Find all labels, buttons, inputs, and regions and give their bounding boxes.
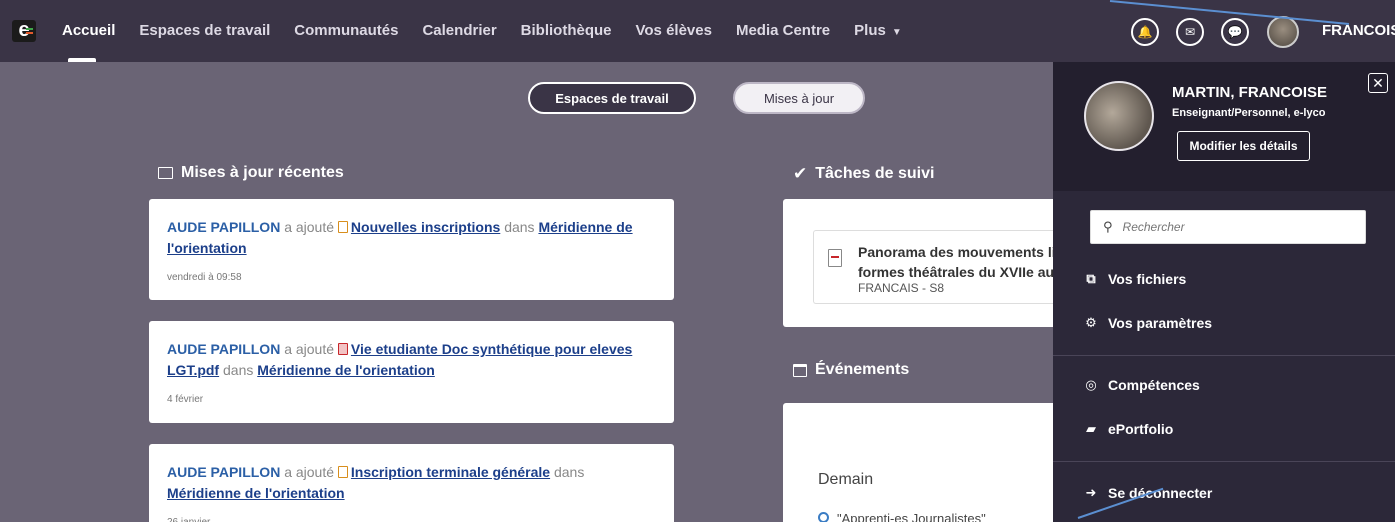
document-icon [828, 249, 842, 267]
update-author[interactable]: AUDE PAPILLON [167, 341, 280, 357]
update-verb: a ajouté [284, 341, 335, 357]
tasks-heading: ✔ Tâches de suivi [793, 164, 934, 184]
target-icon: ◎ [1085, 377, 1097, 392]
update-card: AUDE PAPILLON a ajouté Inscription termi… [149, 444, 674, 522]
main-nav: Accueil Espaces de travail Communautés C… [62, 22, 926, 39]
book-icon: ▰ [1086, 421, 1096, 436]
update-in: dans [553, 464, 585, 480]
nav-item-plus[interactable]: Plus ▼ [854, 22, 902, 39]
panel-item-files[interactable]: ⧉ Vos fichiers [1084, 271, 1186, 287]
search-icon: ⚲ [1103, 219, 1113, 234]
events-day-label: Demain [818, 471, 874, 488]
nav-item-vos-eleves[interactable]: Vos élèves [636, 22, 712, 39]
user-avatar[interactable] [1267, 16, 1299, 48]
task-item[interactable]: Panorama des mouvements litte formes théâ… [813, 230, 1073, 304]
update-verb: a ajouté [284, 464, 335, 480]
update-card: AUDE PAPILLON a ajouté Nouvelles inscrip… [149, 199, 674, 300]
nav-item-calendrier[interactable]: Calendrier [422, 22, 496, 39]
update-in: dans [223, 362, 254, 378]
update-document-link[interactable]: Inscription terminale générale [351, 464, 550, 480]
newspaper-icon [158, 167, 173, 179]
update-date: vendredi à 09:58 [167, 272, 242, 283]
update-workspace-link[interactable]: Méridienne de l'orientation [257, 362, 435, 378]
panel-item-competences[interactable]: ◎ Compétences [1084, 377, 1200, 393]
task-subject: FRANCAIS - S8 [858, 281, 945, 295]
update-date: 26 janvier [167, 512, 656, 522]
update-in: dans [504, 219, 535, 235]
panel-item-eportfolio[interactable]: ▰ ePortfolio [1084, 421, 1173, 437]
update-card: AUDE PAPILLON a ajouté Vie etudiante Doc… [149, 321, 674, 423]
nav-item-espaces[interactable]: Espaces de travail [139, 22, 270, 39]
task-title-line-2: formes théâtrales du XVIIe au X [858, 264, 1068, 280]
events-title: Événements [815, 361, 910, 378]
update-date: 4 février [167, 394, 204, 405]
update-author[interactable]: AUDE PAPILLON [167, 219, 280, 235]
user-side-panel: MARTIN, FRANCOISE Enseignant/Personnel, … [1053, 62, 1395, 522]
updates-title: Mises à jour récentes [181, 164, 344, 181]
checkmark-icon: ✔ [793, 164, 808, 183]
updates-toggle-button[interactable]: Mises à jour [733, 82, 865, 114]
profile-role: Enseignant/Personnel, e-lyco [1172, 107, 1326, 119]
document-icon [337, 221, 348, 233]
update-document-link[interactable]: Nouvelles inscriptions [351, 219, 500, 235]
panel-item-label: ePortfolio [1108, 421, 1174, 437]
task-title: Panorama des mouvements litte formes théâ… [858, 242, 1073, 282]
gear-icon: ⚙ [1085, 315, 1097, 330]
logout-icon: ➜ [1085, 485, 1097, 500]
document-icon [337, 466, 348, 478]
event-item[interactable]: "Apprenti-es Journalistes" [818, 511, 986, 522]
update-workspace-link[interactable]: Méridienne de l'orientation [167, 485, 345, 501]
nav-item-media-centre[interactable]: Media Centre [736, 22, 830, 39]
panel-divider [1053, 461, 1395, 462]
task-title-line-1: Panorama des mouvements litte [858, 244, 1073, 260]
bell-icon[interactable]: 🔔 [1131, 18, 1159, 46]
workspaces-toggle-button[interactable]: Espaces de travail [528, 82, 696, 114]
panel-item-label: Vos fichiers [1108, 271, 1187, 287]
nav-item-plus-label: Plus [854, 22, 886, 39]
search-input[interactable] [1122, 220, 1343, 234]
panel-item-settings[interactable]: ⚙ Vos paramètres [1084, 315, 1212, 331]
elyco-logo-icon[interactable]: e [12, 20, 36, 42]
update-verb: a ajouté [284, 219, 335, 235]
chat-icon[interactable]: 💬 [1221, 18, 1249, 46]
user-name[interactable]: FRANCOISE [1322, 22, 1395, 39]
calendar-icon [793, 363, 807, 377]
nav-item-accueil[interactable]: Accueil [62, 22, 115, 39]
panel-header: MARTIN, FRANCOISE Enseignant/Personnel, … [1053, 62, 1395, 191]
panel-divider [1053, 355, 1395, 356]
profile-name: MARTIN, FRANCOISE [1172, 84, 1327, 101]
close-icon[interactable]: ✕ [1368, 73, 1388, 93]
pdf-icon [337, 343, 348, 355]
mail-icon[interactable]: ✉ [1176, 18, 1204, 46]
files-icon: ⧉ [1086, 271, 1096, 286]
update-author[interactable]: AUDE PAPILLON [167, 464, 280, 480]
panel-item-label: Compétences [1108, 377, 1200, 393]
nav-item-communautes[interactable]: Communautés [294, 22, 398, 39]
modify-details-button[interactable]: Modifier les détails [1177, 131, 1310, 161]
nav-item-bibliotheque[interactable]: Bibliothèque [521, 22, 612, 39]
chevron-down-icon: ▼ [891, 27, 902, 38]
profile-avatar [1084, 81, 1154, 151]
events-card: Demain "Apprenti-es Journalistes" [783, 403, 1055, 522]
active-nav-indicator [68, 58, 96, 62]
panel-item-label: Vos paramètres [1108, 315, 1213, 331]
events-heading: Événements [793, 361, 909, 379]
panel-search[interactable]: ⚲ [1090, 210, 1366, 244]
tasks-title: Tâches de suivi [815, 165, 935, 182]
updates-heading: Mises à jour récentes [158, 164, 344, 182]
